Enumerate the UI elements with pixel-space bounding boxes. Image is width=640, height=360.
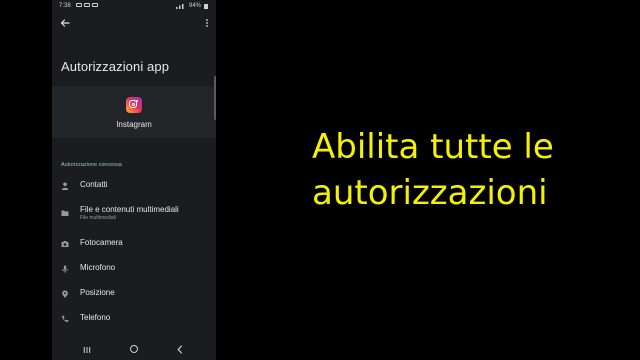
permission-label: File e contenuti multimediali	[80, 205, 179, 214]
permission-item-contatti[interactable]: Contatti	[52, 179, 216, 199]
status-time: 7:38	[59, 3, 71, 9]
section-header: Autorizzazione concessa	[61, 162, 122, 168]
caption-line-2: autorizzazioni	[312, 173, 548, 213]
recent-apps-icon[interactable]	[83, 346, 91, 354]
permission-item-microfono[interactable]: Microfono	[52, 262, 216, 282]
nav-back-icon[interactable]	[176, 345, 184, 354]
permission-label: Microfono	[80, 263, 116, 272]
permission-item-posizione[interactable]: Posizione	[52, 287, 216, 307]
permission-item-telefono[interactable]: Telefono	[52, 312, 216, 332]
scrollbar[interactable]	[214, 76, 216, 120]
permission-label: Telefono	[80, 313, 111, 322]
notification-icons	[76, 3, 98, 7]
permission-subtitle: File multimediali	[80, 215, 116, 221]
notification-icon	[84, 3, 90, 7]
person-icon	[61, 182, 69, 190]
location-pin-icon	[62, 290, 68, 298]
app-header-card: Instagram	[52, 86, 216, 138]
phone-icon	[62, 315, 69, 323]
app-name: Instagram	[116, 120, 152, 129]
microphone-icon	[62, 265, 68, 273]
status-bar: 7:38 94%	[52, 0, 216, 12]
permission-item-fotocamera[interactable]: Fotocamera	[52, 237, 216, 257]
home-icon[interactable]	[130, 345, 138, 353]
camera-icon	[61, 241, 69, 247]
signal-icon	[175, 4, 184, 9]
permission-label: Posizione	[80, 288, 115, 297]
caption-text: Abilita tutte le autorizzazioni	[312, 124, 632, 216]
page-title: Autorizzazioni app	[61, 59, 170, 74]
permission-label: Contatti	[80, 180, 108, 189]
permission-item-file-multimediali[interactable]: File e contenuti multimediali File multi…	[52, 204, 216, 224]
caption-line-1: Abilita tutte le	[312, 127, 554, 167]
folder-icon	[61, 210, 69, 216]
navigation-bar	[52, 340, 216, 360]
top-app-bar	[52, 16, 216, 32]
more-options-icon[interactable]	[204, 17, 210, 29]
instagram-icon	[126, 97, 142, 113]
notification-icon	[76, 3, 82, 7]
phone-screen: 7:38 94% Autorizzazioni app Instagram Au…	[52, 0, 216, 360]
permission-label: Fotocamera	[80, 238, 123, 247]
battery-level: 94%	[188, 3, 201, 9]
battery-icon	[204, 3, 208, 9]
back-arrow-icon[interactable]	[59, 17, 71, 29]
notification-icon	[92, 3, 98, 7]
status-right: 94%	[175, 3, 208, 9]
